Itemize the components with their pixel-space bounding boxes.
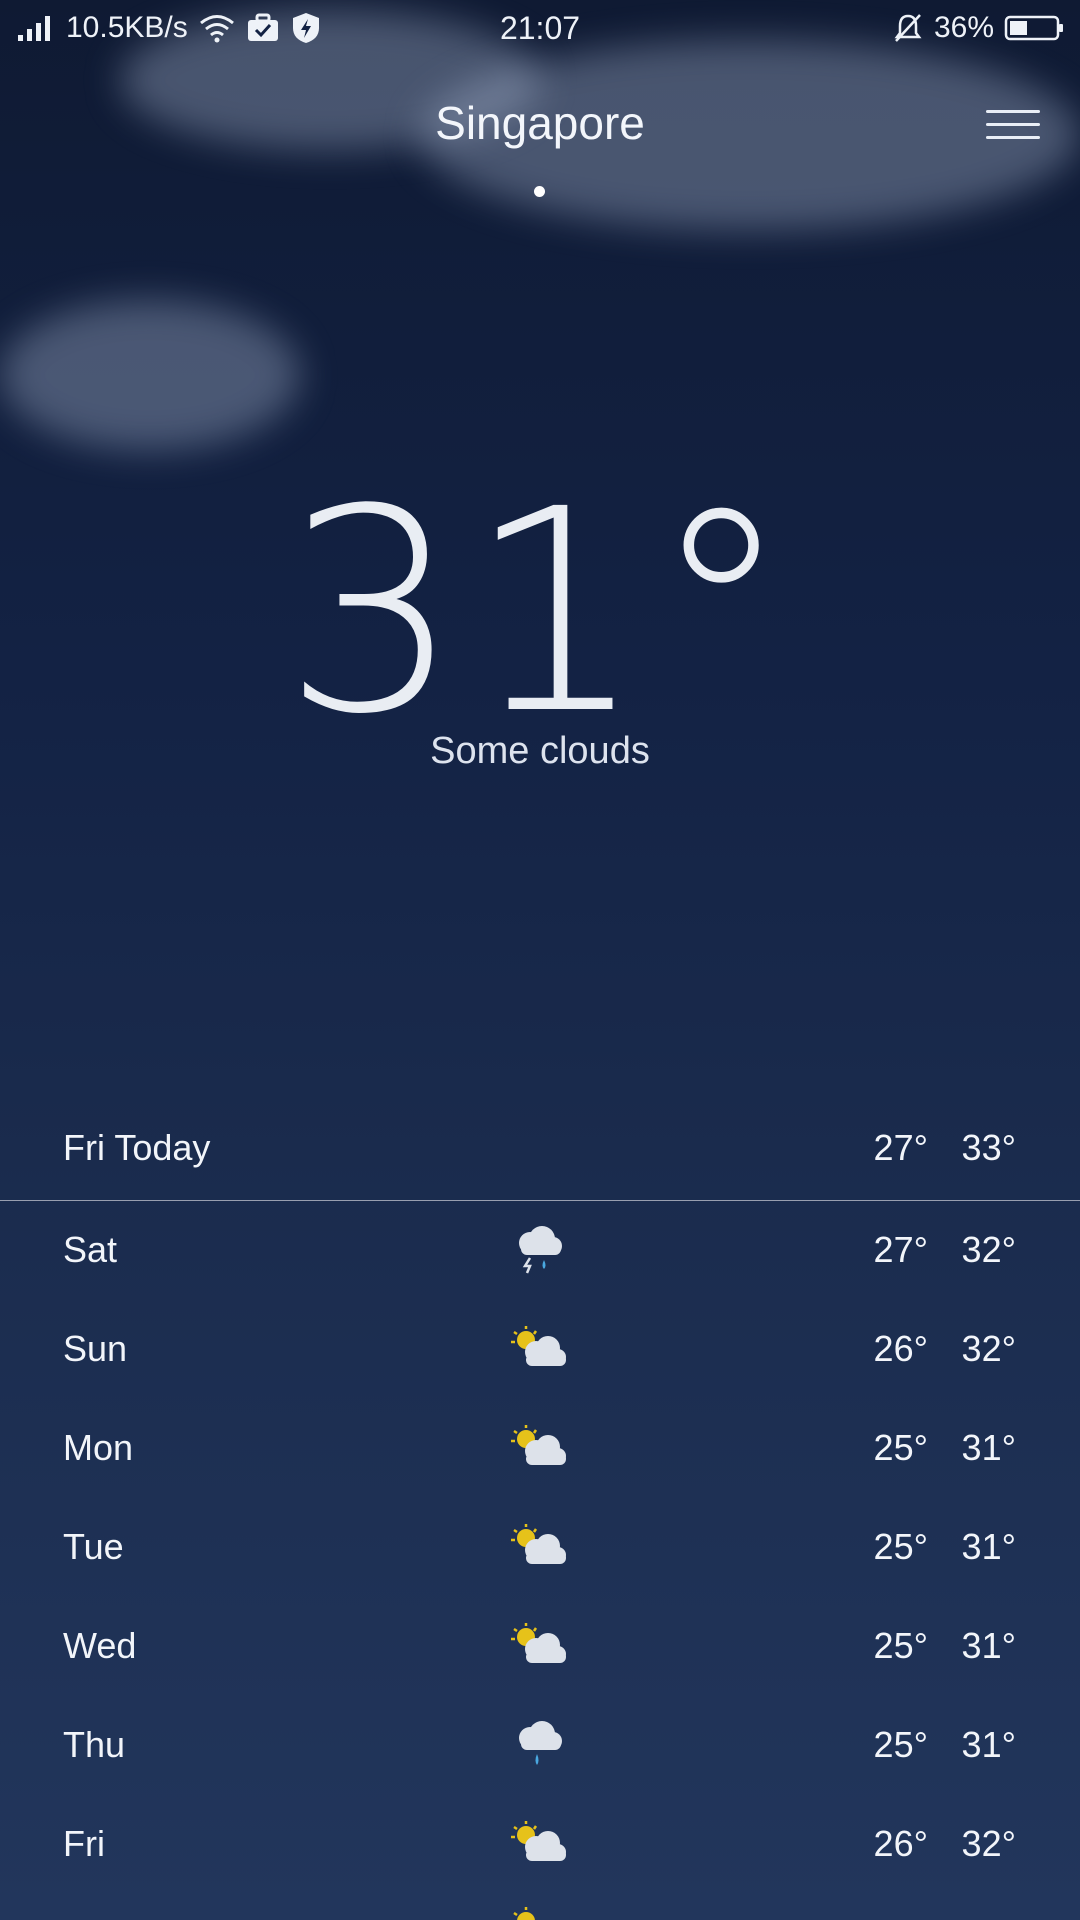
rain-icon xyxy=(519,1720,562,1765)
partly-cloudy-icon xyxy=(511,1622,566,1663)
partly-cloudy-icon xyxy=(511,1424,566,1465)
forecast-row[interactable]: Mon 25° 31° xyxy=(0,1398,1080,1497)
signal-icon xyxy=(18,16,50,41)
partly-cloudy-icon xyxy=(511,1325,566,1366)
wifi-icon xyxy=(199,15,234,43)
forecast-day: Fri xyxy=(63,1822,105,1864)
city-title[interactable]: Singapore xyxy=(0,96,1080,150)
forecast-day: Tue xyxy=(63,1525,124,1567)
forecast-low: 25° xyxy=(873,1426,928,1468)
forecast-row[interactable]: Wed 25° 31° xyxy=(0,1596,1080,1695)
thunder-rain-icon xyxy=(519,1225,562,1273)
page-indicator-dot xyxy=(534,186,545,197)
forecast-row[interactable]: Sun 26° 32° xyxy=(0,1299,1080,1398)
partly-cloudy-icon xyxy=(513,1907,535,1920)
background-cloud xyxy=(0,300,300,450)
partly-cloudy-icon xyxy=(511,1523,566,1564)
network-speed: 10.5KB/s xyxy=(66,11,188,44)
forecast-row[interactable]: Fri 26° 32° xyxy=(0,1794,1080,1893)
battery-icon xyxy=(1004,15,1063,41)
forecast-high: 31° xyxy=(961,1426,1016,1468)
forecast-high: 32° xyxy=(961,1228,1016,1270)
forecast-high: 31° xyxy=(961,1723,1016,1765)
forecast-high: 32° xyxy=(961,1822,1016,1864)
forecast-low: 26° xyxy=(873,1327,928,1369)
forecast-low: 26° xyxy=(873,1822,928,1864)
forecast-day: Thu xyxy=(63,1723,126,1765)
bell-off-icon xyxy=(894,14,922,42)
status-bar: 10.5KB/s 21:07 36% xyxy=(0,0,1080,56)
forecast-day: Sat xyxy=(63,1228,118,1270)
forecast-day: Mon xyxy=(63,1426,134,1468)
clock: 21:07 xyxy=(499,9,581,46)
forecast-low: 27° xyxy=(873,1228,928,1270)
forecast-row[interactable]: Thu 25° 31° xyxy=(0,1695,1080,1794)
forecast-high: 32° xyxy=(961,1327,1016,1369)
forecast-day: Wed xyxy=(63,1624,137,1666)
forecast-low: 25° xyxy=(873,1525,928,1567)
forecast-day: Fri Today xyxy=(63,1126,211,1168)
forecast-low: 27° xyxy=(873,1126,928,1168)
hamburger-menu-icon[interactable] xyxy=(986,100,1040,148)
forecast-row[interactable]: Sat 27° 32° xyxy=(0,1200,1080,1299)
forecast-low: 25° xyxy=(873,1723,928,1765)
forecast-low: 25° xyxy=(873,1624,928,1666)
forecast-high: 31° xyxy=(961,1624,1016,1666)
forecast-row[interactable]: Tue 25° 31° xyxy=(0,1497,1080,1596)
forecast-high: 33° xyxy=(961,1126,1016,1168)
forecast-high: 31° xyxy=(961,1525,1016,1567)
briefcase-check-icon xyxy=(247,13,278,41)
battery-percent: 36% xyxy=(933,11,994,44)
weather-screen: 10.5KB/s 21:07 36% Singapore 31° Some cl… xyxy=(0,0,1080,1920)
partly-cloudy-icon xyxy=(511,1820,566,1861)
shield-bolt-icon xyxy=(292,13,319,43)
forecast-day: Sun xyxy=(63,1327,128,1369)
current-condition: Some clouds xyxy=(430,730,650,772)
current-temperature: 31° xyxy=(282,450,798,776)
forecast-row-today[interactable]: Fri Today 27° 33° xyxy=(0,1098,1080,1197)
